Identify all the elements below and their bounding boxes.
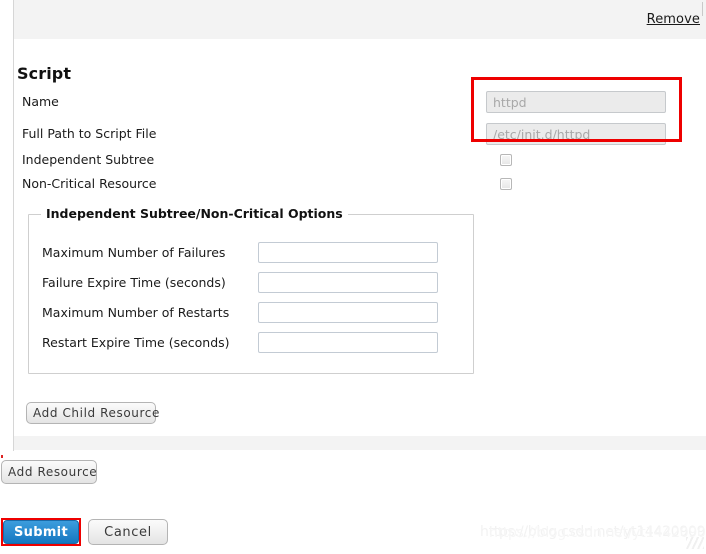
form-row-name: Name bbox=[14, 91, 706, 117]
label-maximum-number-of-restarts: Maximum Number of Restarts bbox=[42, 305, 230, 320]
label-full-path-to-script-file: Full Path to Script File bbox=[22, 126, 157, 141]
label-failure-expire-time: Failure Expire Time (seconds) bbox=[42, 275, 226, 290]
label-non-critical-resource: Non-Critical Resource bbox=[22, 176, 157, 191]
resource-panel: Remove Script Name Full Path to Script F… bbox=[0, 0, 706, 451]
fieldset-legend: Independent Subtree/Non-Critical Options bbox=[41, 206, 348, 221]
full-path-to-script-file-input[interactable] bbox=[486, 123, 666, 145]
watermark-slash-icon bbox=[686, 537, 704, 549]
form-row-independent-subtree: Independent Subtree bbox=[14, 149, 706, 175]
section-separator-bar bbox=[14, 436, 706, 450]
fieldset-row-max-failures: Maximum Number of Failures bbox=[29, 242, 475, 265]
restart-expire-time-input[interactable] bbox=[258, 332, 438, 353]
non-critical-resource-checkbox[interactable] bbox=[500, 178, 512, 190]
form-row-full-path: Full Path to Script File bbox=[14, 123, 706, 149]
label-restart-expire-time: Restart Expire Time (seconds) bbox=[42, 335, 230, 350]
watermark-text-shadow: https://blog.csdn.net/yt14420909 bbox=[489, 525, 706, 541]
fieldset-row-failure-expire: Failure Expire Time (seconds) bbox=[29, 272, 475, 295]
failure-expire-time-input[interactable] bbox=[258, 272, 438, 293]
highlight-box-submit: Submit bbox=[1, 518, 81, 546]
independent-subtree-options-fieldset: Independent Subtree/Non-Critical Options… bbox=[28, 206, 475, 374]
form-row-non-critical-resource: Non-Critical Resource bbox=[14, 173, 706, 199]
add-child-resource-button[interactable]: Add Child Resource bbox=[26, 402, 159, 424]
remove-link[interactable]: Remove bbox=[647, 12, 700, 27]
fieldset-row-restart-expire: Restart Expire Time (seconds) bbox=[29, 332, 475, 355]
panel-header-bar: Remove bbox=[14, 0, 706, 39]
label-maximum-number-of-failures: Maximum Number of Failures bbox=[42, 245, 226, 260]
watermark: https://blog.csdn.net/yt14420909 https:/… bbox=[480, 520, 706, 550]
label-name: Name bbox=[22, 94, 59, 109]
label-independent-subtree: Independent Subtree bbox=[22, 152, 155, 167]
add-resource-button[interactable]: Add Resource bbox=[1, 460, 97, 484]
fieldset-row-max-restarts: Maximum Number of Restarts bbox=[29, 302, 475, 325]
cancel-button[interactable]: Cancel bbox=[88, 519, 168, 545]
maximum-number-of-restarts-input[interactable] bbox=[258, 302, 438, 323]
script-resource-form: Remove Script Name Full Path to Script F… bbox=[0, 0, 706, 554]
submit-button[interactable]: Submit bbox=[3, 520, 79, 544]
header-divider-tick bbox=[702, 2, 703, 16]
highlight-marker-dot bbox=[1, 455, 3, 458]
name-input[interactable] bbox=[486, 91, 666, 113]
watermark-text: https://blog.csdn.net/yt14420909 bbox=[480, 524, 706, 540]
independent-subtree-checkbox[interactable] bbox=[500, 154, 512, 166]
maximum-number-of-failures-input[interactable] bbox=[258, 242, 438, 263]
page-title: Script bbox=[17, 64, 72, 84]
